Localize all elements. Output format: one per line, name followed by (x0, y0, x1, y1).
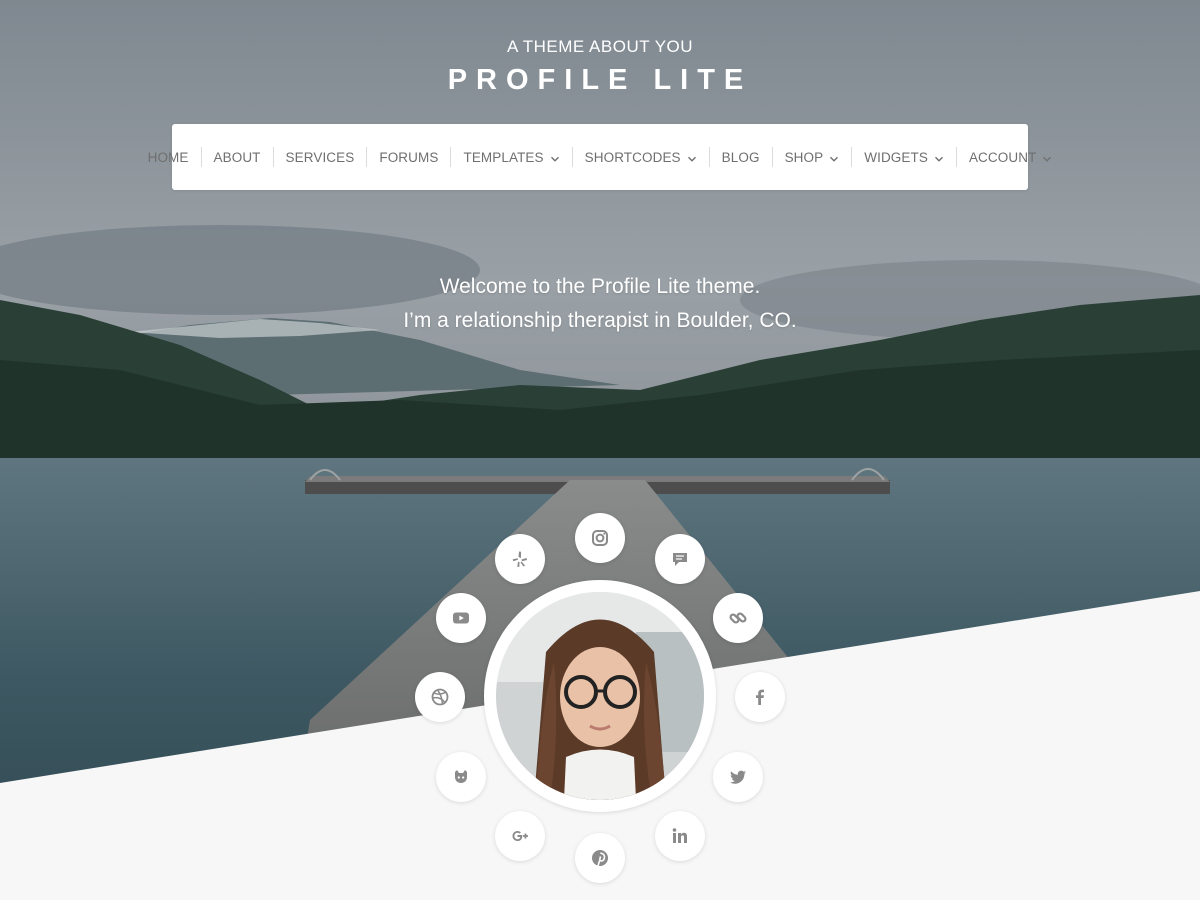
nav-item-services[interactable]: SERVICES (272, 147, 367, 167)
facebook-link[interactable] (735, 672, 785, 722)
nav-item-account[interactable]: ACCOUNT (955, 147, 1064, 167)
main-navigation: HOME ABOUT SERVICES FORUMS TEMPLATES SHORTCOD… (148, 124, 1052, 190)
nav-item-about[interactable]: ABOUT (200, 147, 273, 167)
chevron-down-icon (829, 152, 839, 162)
yelp-icon (512, 551, 527, 567)
nav-item-widgets[interactable]: WIDGETS (851, 147, 956, 167)
link-icon (729, 612, 747, 624)
chat-icon (673, 553, 687, 566)
chevron-down-icon (550, 152, 560, 162)
google-plus-link[interactable] (495, 811, 545, 861)
linkedin-icon (672, 828, 687, 843)
google-plus-icon (512, 831, 528, 841)
nav-item-label: FORUMS (379, 149, 439, 165)
intro-line-2: I’m a relationship therapist in Boulder,… (403, 309, 797, 332)
nav-item-forums[interactable]: FORUMS (366, 147, 450, 167)
github-icon (455, 770, 467, 783)
nav-item-label: TEMPLATES (463, 149, 544, 165)
dribbble-link[interactable] (415, 672, 465, 722)
nav-item-templates[interactable]: TEMPLATES (450, 147, 571, 167)
site-title[interactable]: PROFILE LITE (0, 64, 1200, 97)
link-link[interactable] (713, 593, 763, 643)
linkedin-link[interactable] (655, 811, 705, 861)
nav-item-label: ACCOUNT (968, 149, 1037, 165)
pinterest-link[interactable] (575, 833, 625, 883)
youtube-icon (453, 612, 469, 624)
chevron-down-icon (934, 152, 944, 162)
chat-link[interactable] (655, 534, 705, 584)
nav-item-label: BLOG (721, 149, 760, 165)
nav-item-blog[interactable]: BLOG (708, 147, 772, 167)
nav-item-shortcodes[interactable]: SHORTCODES (571, 147, 709, 167)
nav-item-label: SHORTCODES (584, 149, 681, 165)
chevron-down-icon (687, 152, 697, 162)
nav-item-label: HOME (147, 149, 189, 165)
nav-item-label: WIDGETS (864, 149, 928, 165)
nav-item-label: SHOP (784, 149, 824, 165)
instagram-icon (592, 530, 608, 546)
pinterest-icon (592, 850, 608, 867)
intro-text: Welcome to the Profile Lite theme. I’m a… (0, 270, 1200, 338)
nav-item-label: SERVICES (285, 149, 355, 165)
github-link[interactable] (436, 752, 486, 802)
nav-item-label: ABOUT (213, 149, 261, 165)
instagram-link[interactable] (575, 513, 625, 563)
dribbble-icon (431, 688, 449, 706)
avatar (496, 592, 704, 800)
twitter-link[interactable] (713, 752, 763, 802)
nav-item-shop[interactable]: SHOP (771, 147, 852, 167)
chevron-down-icon (1042, 152, 1052, 162)
youtube-link[interactable] (436, 593, 486, 643)
site-description: A THEME ABOUT YOU (506, 37, 694, 56)
twitter-icon (729, 770, 746, 784)
intro-line-1: Welcome to the Profile Lite theme. (439, 275, 761, 298)
nav-item-home[interactable]: HOME (136, 147, 201, 167)
facebook-icon (756, 689, 764, 705)
profile-photo (496, 592, 704, 800)
yelp-link[interactable] (495, 534, 545, 584)
